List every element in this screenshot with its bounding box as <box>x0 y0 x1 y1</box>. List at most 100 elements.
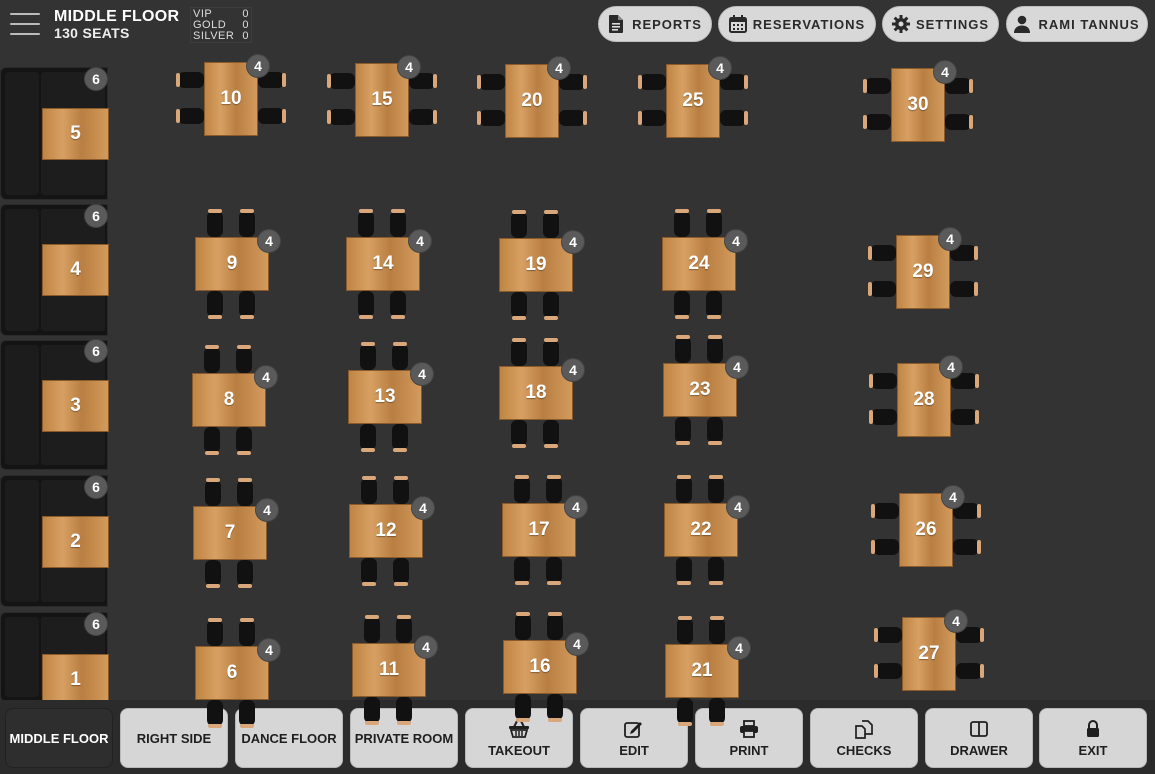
table-top-2[interactable]: 20 4 <box>477 56 587 138</box>
chair <box>956 663 984 679</box>
chair <box>358 291 374 319</box>
table-top: 2 <box>42 516 109 568</box>
floor-plan-screen: MIDDLE FLOOR 130 SEATS VIP 0 GOLD 0 SILVER… <box>0 0 1155 774</box>
chair <box>511 338 527 366</box>
chair <box>205 560 221 588</box>
reservations-button[interactable]: RESERVATIONS <box>718 6 876 42</box>
chair <box>675 335 691 363</box>
table-top-3[interactable]: 25 4 <box>638 56 748 138</box>
chair <box>361 558 377 586</box>
chair <box>258 108 286 124</box>
chair <box>543 292 559 320</box>
chair <box>511 292 527 320</box>
table-right-0[interactable]: 29 4 <box>868 227 978 309</box>
floor-seat-count: 130 SEATS <box>54 25 130 41</box>
table-grid-13[interactable]: 11 4 <box>352 615 438 725</box>
chair <box>360 424 376 452</box>
chair <box>396 615 412 643</box>
checks-button[interactable]: CHECKS <box>810 708 918 768</box>
chair <box>207 700 223 728</box>
table-grid-0[interactable]: 94 <box>195 209 281 319</box>
seat-count-badge: 4 <box>254 365 278 389</box>
seat-count-badge: 4 <box>410 362 434 386</box>
drawer-button[interactable]: DRAWER <box>925 708 1033 768</box>
chair <box>707 417 723 445</box>
hamburger-menu-icon[interactable] <box>10 13 40 37</box>
table-grid-10[interactable]: 17 4 <box>502 475 588 585</box>
exit-button[interactable]: EXIT <box>1039 708 1147 768</box>
chair <box>708 557 724 585</box>
chair <box>677 616 693 644</box>
chair <box>543 338 559 366</box>
table-right-1[interactable]: 28 4 <box>869 355 979 437</box>
table-right-2[interactable]: 26 4 <box>871 485 981 567</box>
floor-tab-middle-floor[interactable]: MIDDLE FLOOR <box>5 708 113 768</box>
tier-counts: VIP 0 GOLD 0 SILVER 0 <box>190 7 252 43</box>
seat-count-badge: 6 <box>84 475 108 499</box>
settings-button[interactable]: SETTINGS <box>882 6 999 42</box>
chair <box>720 110 748 126</box>
table-grid-7[interactable]: 23 4 <box>663 335 749 445</box>
printer-icon <box>738 719 760 739</box>
chair <box>361 476 377 504</box>
table-top-1[interactable]: 15 4 <box>327 55 437 137</box>
table-grid-14[interactable]: 16 4 <box>503 612 589 722</box>
table-grid-9[interactable]: 12 4 <box>349 476 435 586</box>
chair <box>390 209 406 237</box>
chair <box>511 210 527 238</box>
table-right-3[interactable]: 27 4 <box>874 609 984 691</box>
chair <box>236 345 252 373</box>
seat-count-badge: 4 <box>257 638 281 662</box>
table-grid-8[interactable]: 74 <box>193 478 279 588</box>
reports-label: REPORTS <box>632 16 702 32</box>
chair <box>953 539 981 555</box>
seat-count-badge: 4 <box>708 56 732 80</box>
chair <box>863 78 891 94</box>
chair <box>176 108 204 124</box>
seat-count-badge: 4 <box>938 227 962 251</box>
edit-icon <box>623 719 645 739</box>
seat-count-badge: 4 <box>933 60 957 84</box>
chair <box>392 424 408 452</box>
chair <box>871 503 899 519</box>
seat-count-badge: 6 <box>84 204 108 228</box>
chair <box>547 612 563 640</box>
chair <box>327 109 355 125</box>
table-top-4[interactable]: 30 4 <box>863 60 973 142</box>
chair <box>237 478 253 506</box>
seat-count-badge: 4 <box>246 54 270 78</box>
table-grid-4[interactable]: 84 <box>192 345 278 455</box>
chair <box>358 209 374 237</box>
reports-button[interactable]: REPORTS <box>598 6 712 42</box>
seat-count-badge: 4 <box>547 56 571 80</box>
chair <box>327 73 355 89</box>
chair <box>237 560 253 588</box>
reservations-label: RESERVATIONS <box>752 16 866 32</box>
chair <box>364 615 380 643</box>
table-grid-5[interactable]: 13 4 <box>348 342 434 452</box>
checks-icon <box>853 719 875 739</box>
table-grid-11[interactable]: 22 4 <box>664 475 750 585</box>
chair <box>706 291 722 319</box>
floor-title: MIDDLE FLOOR <box>54 8 180 25</box>
chair <box>559 110 587 126</box>
table-grid-6[interactable]: 18 4 <box>499 338 585 448</box>
user-button[interactable]: RAMI TANNUS <box>1006 6 1148 42</box>
chair <box>515 694 531 722</box>
seat-count-badge: 4 <box>561 358 585 382</box>
seat-count-badge: 4 <box>255 498 279 522</box>
chair <box>674 209 690 237</box>
chair <box>675 417 691 445</box>
table-top-0[interactable]: 10 4 <box>176 54 286 136</box>
chair <box>239 209 255 237</box>
table-grid-2[interactable]: 19 4 <box>499 210 585 320</box>
table-grid-12[interactable]: 64 <box>195 618 281 728</box>
user-name: RAMI TANNUS <box>1038 16 1140 32</box>
chair <box>547 694 563 722</box>
chair <box>945 114 973 130</box>
seat-count-badge: 4 <box>414 635 438 659</box>
table-grid-15[interactable]: 21 4 <box>665 616 751 726</box>
table-grid-1[interactable]: 14 4 <box>346 209 432 319</box>
chair <box>543 210 559 238</box>
table-grid-3[interactable]: 24 4 <box>662 209 748 319</box>
